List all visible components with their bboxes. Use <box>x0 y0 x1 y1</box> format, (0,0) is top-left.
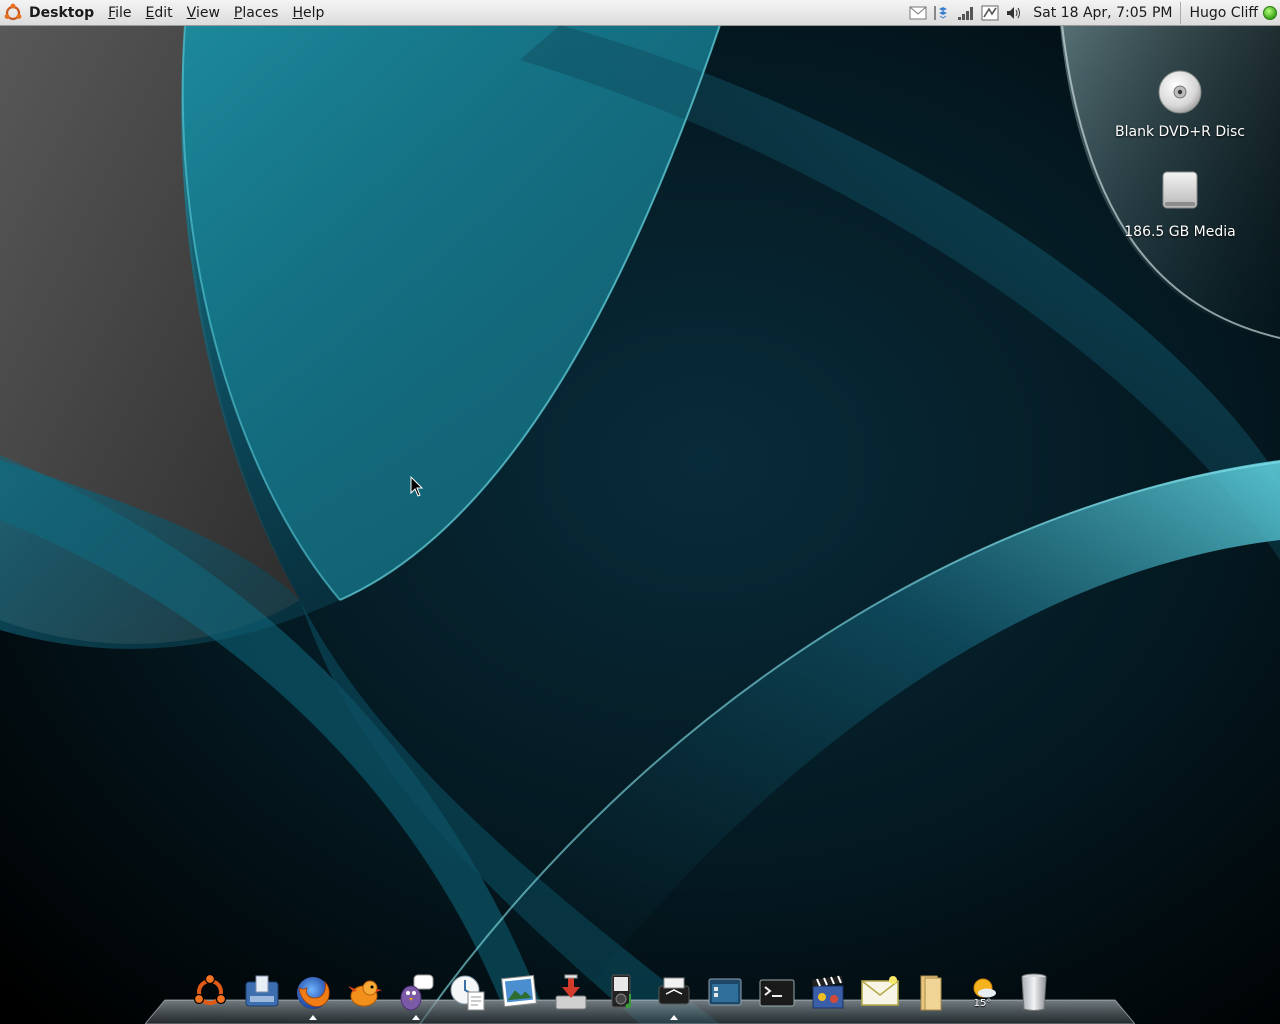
online-status-icon[interactable] <box>1263 5 1277 20</box>
download-manager-icon <box>555 974 586 1010</box>
mouse-cursor-icon <box>410 476 424 497</box>
menu-bar: Desktop File Edit View Places Help <box>0 0 338 25</box>
menu-places[interactable]: Places <box>234 5 279 21</box>
terminal-icon <box>759 979 794 1007</box>
top-panel: Desktop File Edit View Places Help Sat 1… <box>0 0 1280 26</box>
dock-item-document-viewer[interactable] <box>445 966 491 1012</box>
ubuntu-menu-icon[interactable] <box>2 2 24 24</box>
dock-item-folder[interactable] <box>908 966 954 1012</box>
folder-icon <box>920 975 942 1011</box>
network-signal-icon[interactable] <box>957 4 975 22</box>
menu-view[interactable]: View <box>187 5 220 21</box>
dock-item-weather[interactable]: 15° <box>960 966 1006 1012</box>
printer-icon <box>658 977 689 1005</box>
running-indicator <box>669 1015 678 1020</box>
desktop-window-icon <box>708 978 742 1006</box>
music-player-icon <box>611 974 631 1009</box>
user-name[interactable]: Hugo Cliff <box>1189 5 1258 21</box>
dock-item-system-monitor[interactable] <box>239 966 285 1012</box>
dock-item-desktop-window[interactable] <box>702 966 748 1012</box>
menu-edit[interactable]: Edit <box>146 5 173 21</box>
clock[interactable]: Sat 18 Apr, 7:05 PM <box>1033 5 1172 21</box>
desktop-icon-label: 186.5 GB Media <box>1124 224 1236 240</box>
image-viewer-icon <box>501 974 537 1008</box>
dvd-disc-icon <box>1158 70 1202 114</box>
hard-drive-icon <box>1162 171 1198 209</box>
system-monitor-icon <box>245 975 278 1007</box>
dock-item-printer[interactable] <box>651 966 697 1020</box>
dock-item-pidgin[interactable] <box>393 966 439 1020</box>
running-indicator <box>309 1015 317 1020</box>
dock-item-trash[interactable] <box>1011 966 1057 1012</box>
dock-item-twitter[interactable] <box>342 966 388 1012</box>
dock-item-image-viewer[interactable] <box>496 966 542 1012</box>
mail-client-icon <box>860 976 899 1006</box>
dock-item-firefox[interactable] <box>290 966 336 1020</box>
update-manager-icon[interactable] <box>981 4 999 22</box>
video-clapper-icon <box>812 975 844 1009</box>
dock-item-mail-client[interactable] <box>857 966 903 1012</box>
app-title: Desktop <box>29 4 95 21</box>
system-tray: Sat 18 Apr, 7:05 PM Hugo Cliff <box>909 0 1280 25</box>
pidgin-icon <box>400 974 434 1011</box>
dock-item-video-editor[interactable] <box>805 966 851 1012</box>
twitter-bird-icon <box>347 980 382 1007</box>
dock: 15° <box>187 962 1063 1020</box>
dropbox-icon[interactable] <box>933 4 951 22</box>
document-viewer-icon <box>450 975 484 1011</box>
menu-file[interactable]: File <box>108 5 131 21</box>
desktop-icon-dvd[interactable]: Blank DVD+R Disc <box>1110 68 1250 140</box>
dock-item-music-player[interactable] <box>599 966 645 1012</box>
dock-item-download-manager[interactable] <box>548 966 594 1012</box>
dock-item-terminal[interactable] <box>754 966 800 1012</box>
mail-icon[interactable] <box>909 4 927 22</box>
ubuntu-logo-icon <box>193 973 227 1005</box>
desktop-icon-label: Blank DVD+R Disc <box>1115 124 1245 140</box>
menu-help[interactable]: Help <box>292 5 324 21</box>
desktop-icon-media-drive[interactable]: 186.5 GB Media <box>1110 168 1250 240</box>
trash-icon <box>1021 973 1047 1011</box>
desktop-wallpaper <box>0 0 1280 1024</box>
dock-item-ubuntu[interactable] <box>187 966 233 1012</box>
volume-icon[interactable] <box>1005 4 1023 22</box>
panel-separator <box>1180 1 1182 24</box>
firefox-icon <box>297 977 330 1009</box>
running-indicator <box>412 1015 420 1020</box>
weather-temperature: 15° <box>973 998 992 1009</box>
